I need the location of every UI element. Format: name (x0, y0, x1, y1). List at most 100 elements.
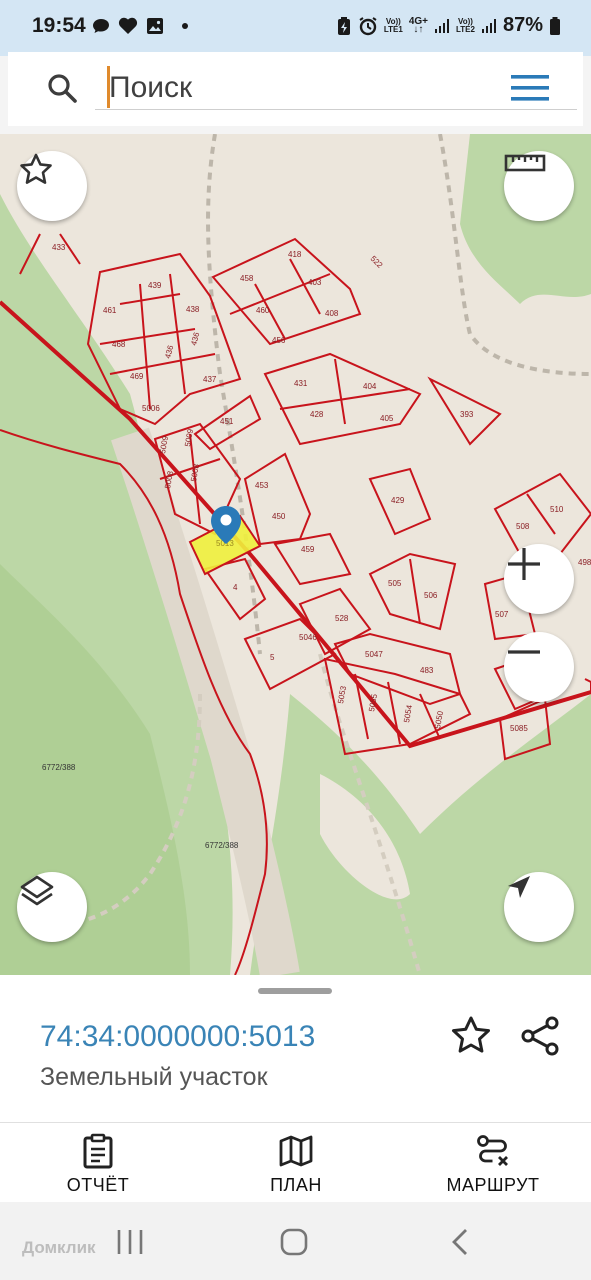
add-to-favorites-star-icon[interactable] (449, 1014, 493, 1058)
parcel-label: 506 (424, 591, 438, 600)
tab-route[interactable]: МАРШРУТ (418, 1123, 568, 1203)
cadastral-number: 74:34:0000000:5013 (40, 1020, 316, 1053)
parcel-label: 404 (363, 382, 377, 391)
parcel-label: 528 (335, 614, 349, 623)
parcel-label: 451 (220, 417, 234, 426)
ruler-button[interactable] (504, 151, 574, 221)
parcel-label: 5008 (163, 470, 175, 490)
clipboard-icon (83, 1133, 113, 1169)
battery-saver-icon (337, 16, 350, 35)
alarm-icon (359, 16, 377, 35)
parcel-label: 436 (189, 331, 201, 347)
parcel-label: 429 (391, 496, 405, 505)
search-bar (8, 52, 583, 126)
parcel-label: 505 (388, 579, 402, 588)
cadastral-map[interactable]: 433 439 461 438 468 436 436 469 437 5006 458 418 403… (0, 134, 591, 975)
parcel-label: 405 (380, 414, 394, 423)
parcel-label: 450 (272, 512, 286, 521)
parcel-label: 5009 (158, 435, 170, 455)
image-icon (147, 18, 163, 34)
zoom-out-button[interactable] (504, 632, 574, 702)
watermark: Домклик (22, 1238, 96, 1257)
zoom-in-button[interactable] (504, 544, 574, 614)
drag-handle[interactable] (258, 988, 332, 994)
parcel-label: 483 (420, 666, 434, 675)
navigation-arrow-icon (508, 876, 530, 898)
parcel-label: 5054 (402, 704, 414, 724)
tab-plan[interactable]: ПЛАН (221, 1123, 371, 1203)
parcel-label: 510 (550, 505, 564, 514)
chat-icon (93, 19, 109, 33)
parcel-label: 393 (460, 410, 474, 419)
parcel-label: 5085 (510, 724, 528, 733)
battery-percent: 87% (502, 14, 543, 36)
parcel-label: 6772/388 (205, 841, 239, 850)
sim1-label: Vo)) LTE1 (383, 16, 403, 34)
parcel-label: 439 (148, 281, 162, 290)
parcel-label: 522 (369, 254, 385, 270)
back-icon[interactable] (440, 1224, 480, 1260)
my-location-button[interactable] (504, 872, 574, 942)
home-icon[interactable] (274, 1224, 314, 1260)
layers-button[interactable] (17, 872, 87, 942)
star-outline-icon (20, 153, 52, 184)
parcel-label: 408 (325, 309, 339, 318)
heart-icon (118, 17, 138, 34)
parcel-label: 4 (233, 583, 238, 592)
search-icon[interactable] (46, 72, 80, 106)
search-input[interactable] (109, 70, 509, 106)
parcel-label: 459 (301, 545, 315, 554)
layers-icon (20, 875, 54, 906)
tab-report-label: ОТЧЁТ (66, 1175, 130, 1195)
recent-apps-icon[interactable] (110, 1224, 150, 1260)
status-time: 19:54 (32, 14, 86, 37)
search-field[interactable] (95, 66, 577, 110)
tab-route-label: МАРШРУТ (446, 1175, 540, 1195)
system-indicators: Vo)) LTE1 4G+ ↓↑ Vo)) LTE2 87% (336, 14, 561, 37)
hamburger-menu-icon[interactable] (509, 72, 551, 104)
parcel-label: 428 (310, 410, 324, 419)
status-bar: 19:54 Vo)) LTE1 4G+ ↓↑ Vo)) LTE2 87% (0, 0, 591, 56)
parcel-label: 437 (203, 375, 217, 384)
parcel-label: 403 (308, 278, 322, 287)
signal-icon (435, 18, 449, 33)
parcel-label: 5047 (365, 650, 383, 659)
sim2-label: Vo)) LTE2 (456, 16, 475, 34)
tab-report[interactable]: ОТЧЁТ (23, 1123, 173, 1203)
parcel-label: 469 (130, 372, 144, 381)
parcel-label: 458 (240, 274, 254, 283)
parcel-label: 5053 (336, 685, 348, 705)
parcel-label: 436 (163, 344, 175, 360)
parcel-label: 461 (103, 306, 117, 315)
share-icon[interactable] (519, 1014, 563, 1058)
parcel-label: 498 (578, 558, 591, 567)
parcel-info-card[interactable]: 74:34:0000000:5013 Земельный участок (0, 975, 591, 1122)
parcel-label: 5046 (299, 633, 317, 642)
network-type-label: 4G+ ↓↑ (408, 15, 428, 35)
parcel-label: 453 (255, 481, 269, 490)
parcel-label: 456 (272, 336, 286, 345)
map-icon (279, 1135, 313, 1167)
parcel-label: 433 (52, 243, 66, 252)
tab-plan-label: ПЛАН (270, 1175, 322, 1195)
minus-icon (508, 650, 540, 654)
parcel-label: 508 (516, 522, 530, 531)
dirt-road-1 (206, 134, 262, 655)
ruler-icon (504, 154, 546, 172)
plus-icon (508, 548, 540, 580)
map-view[interactable]: 433 439 461 438 468 436 436 469 437 5006 458 418 403… (0, 134, 591, 975)
parcel-label: 5006 (142, 404, 160, 413)
parcel-label: 438 (186, 305, 200, 314)
parcel-label: 431 (294, 379, 308, 388)
parcel-label: 6772/388 (42, 763, 76, 772)
parcel-label: 418 (288, 250, 302, 259)
route-icon (477, 1135, 508, 1166)
signal-icon-2 (481, 18, 496, 33)
favorites-map-button[interactable] (17, 151, 87, 221)
notification-icons (92, 17, 188, 35)
parcel-label: 468 (112, 340, 126, 349)
object-type: Земельный участок (40, 1063, 268, 1091)
parcel-label: 507 (495, 610, 509, 619)
dot-icon (182, 23, 188, 29)
parcel-label: 5008 (189, 463, 201, 483)
